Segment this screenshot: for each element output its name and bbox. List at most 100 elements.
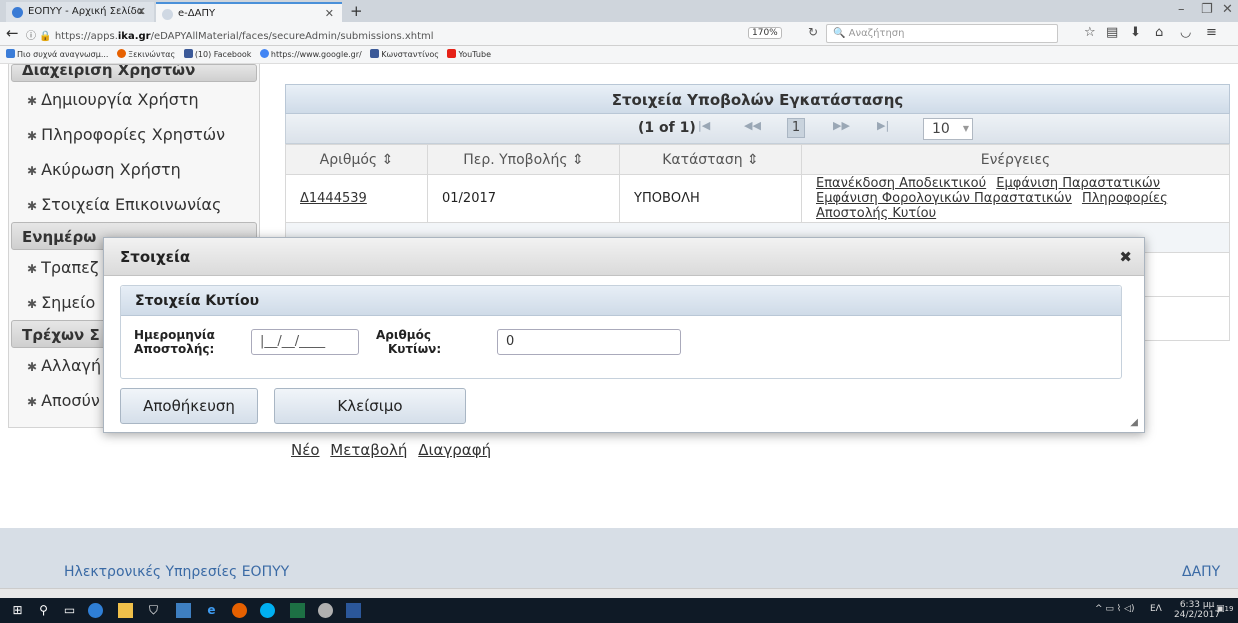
zoom-level[interactable]: 170% [748,27,782,39]
notification-icon[interactable]: ▣19 [1216,604,1233,614]
bookmark-star-icon[interactable]: ☆ [1084,25,1096,40]
last-page-icon[interactable]: ▶| [877,119,889,132]
youtube-icon [447,49,457,58]
reissue-certificate-link[interactable]: Επανέκδοση Αποδεικτικού [816,176,986,191]
close-window-icon[interactable]: ✕ [1222,2,1233,17]
new-link[interactable]: Νέο [291,441,320,459]
save-button[interactable]: Αποθήκευση [120,388,258,424]
windows-start-icon[interactable]: ⊞ [10,603,25,618]
details-dialog: Στοιχεία ✖ Στοιχεία Κυτίου Ημερομηνία Απ… [103,237,1145,433]
column-header-status[interactable]: Κατάσταση ⇕ [619,144,802,175]
shipping-date-field[interactable]: |__/__/____ [251,329,359,355]
task-view-icon[interactable]: ▭ [62,603,77,618]
dialog-title: Στοιχεία [120,248,191,266]
table-cell-actions: Επανέκδοση Αποδεικτικού Εμφάνιση Παραστα… [801,174,1230,223]
bookmark-youtube[interactable]: YouTube [447,46,491,64]
sidebar-header-users[interactable]: Διαχείριση Χρηστών [11,64,257,82]
sidebar-item-label: Δημιουργία Χρήστη [41,90,199,109]
bookmark-konstantinos[interactable]: Κωνσταντίνος [370,46,439,64]
navigation-bar: ← ⓘ 🔒 https://apps.ika.gr/eDAPYAllMateri… [0,22,1238,46]
submission-number-link[interactable]: Δ1444539 [300,191,367,206]
eopyy-favicon-icon [12,7,23,18]
delete-link[interactable]: Διαγραφή [418,441,491,459]
bookmark-label: YouTube [458,50,491,59]
box-count-field[interactable]: 0 [497,329,681,355]
close-icon[interactable]: ✖ [1119,238,1132,276]
minimize-window-icon[interactable]: – [1178,2,1185,17]
sidebar-item-label: Αλλαγή [41,356,102,375]
excel-icon[interactable] [290,603,305,618]
app-icon[interactable] [176,603,191,618]
bookmark-facebook[interactable]: (10) Facebook [183,46,251,64]
sidebar-item-label: Σημείο [41,293,96,312]
close-tab-icon[interactable]: ✕ [137,2,146,22]
home-icon[interactable]: ⌂ [1155,25,1163,40]
panel-title: Στοιχεία Υποβολών Εγκατάστασης [285,84,1230,114]
sidebar-item-cancel-user[interactable]: ✱ Ακύρωση Χρήστη [9,152,259,187]
box-details-fieldset: Στοιχεία Κυτίου Ημερομηνία Αποστολής: |_… [120,285,1122,379]
reading-list-icon[interactable]: ▤ [1106,25,1118,40]
skype-icon[interactable] [260,603,275,618]
back-arrow-icon[interactable]: ← [6,24,19,42]
gear-icon: ✱ [27,129,38,143]
address-bar[interactable]: ⓘ 🔒 https://apps.ika.gr/eDAPYAllMaterial… [26,27,434,42]
tab-label: ΕΟΠΥΥ - Αρχική Σελίδα [28,6,144,17]
sidebar-item-create-user[interactable]: ✱ Δημιουργία Χρήστη [9,82,259,117]
show-documents-link[interactable]: Εμφάνιση Παραστατικών [996,176,1160,191]
facebook-icon [370,49,380,58]
search-placeholder: Αναζήτηση [848,28,905,39]
edge-icon[interactable]: e [204,603,219,618]
search-input[interactable]: 🔍 Αναζήτηση [826,24,1058,43]
sidebar-item-user-info[interactable]: ✱ Πληροφορίες Χρηστών [9,117,259,152]
chevron-down-icon: ▼ [962,124,969,133]
page-number-button[interactable]: 1 [787,118,805,138]
system-tray-icons[interactable]: ^ ▭ ⌇ ◁) [1095,604,1134,614]
show-tax-documents-link[interactable]: Εμφάνιση Φορολογικών Παραστατικών [816,191,1072,206]
gear-icon: ✱ [27,199,38,213]
label-line: Αριθμός [376,328,431,342]
download-icon[interactable]: ⬇ [1130,25,1141,40]
notification-count: 19 [1224,605,1234,613]
chrome-icon[interactable] [88,603,103,618]
close-button[interactable]: Κλείσιμο [274,388,466,424]
firefox-icon[interactable] [232,603,247,618]
new-tab-button[interactable]: + [350,2,363,20]
bookmark-label: Κωνσταντίνος [381,50,439,59]
page-footer: Ηλεκτρονικές Υπηρεσίες ΕΟΠΥΥ ΔΑΠΥ [0,528,1238,588]
gear-icon: ✱ [27,297,38,311]
search-icon[interactable]: ⚲ [36,603,51,618]
rows-per-page-select[interactable]: 10 ▼ [923,118,973,140]
store-icon[interactable]: ⛉ [146,603,161,618]
table-cell-number: Δ1444539 [285,174,428,223]
word-icon[interactable] [346,603,361,618]
browser-tab-strip: ΕΟΠΥΥ - Αρχική Σελίδα ✕ e-ΔΑΠΥ ✕ + – ❐ ✕ [0,0,1238,22]
browser-tab-edapy[interactable]: e-ΔΑΠΥ ✕ [156,2,342,22]
restore-window-icon[interactable]: ❐ [1201,2,1213,17]
first-page-icon[interactable]: |◀ [698,119,710,132]
horizontal-scrollbar[interactable] [0,588,1238,598]
close-tab-icon[interactable]: ✕ [325,4,334,24]
clock[interactable]: 6:33 μμ 24/2/2017 [1174,600,1220,620]
modify-link[interactable]: Μεταβολή [330,441,407,459]
browser-tab-eopyy[interactable]: ΕΟΠΥΥ - Αρχική Σελίδα ✕ [6,2,154,22]
paginator: (1 of 1) |◀ ◀◀ 1 ▶▶ ▶| 10 ▼ [285,114,1230,144]
file-explorer-icon[interactable] [118,603,133,618]
sidebar-item-contact-info[interactable]: ✱ Στοιχεία Επικοινωνίας [9,187,259,222]
column-header-number[interactable]: Αριθμός ⇕ [285,144,428,175]
bookmark-most-visited[interactable]: Πιο συχνά αναγνωσμ... [6,46,108,64]
resize-handle-icon[interactable]: ◢ [1130,417,1138,428]
bookmark-google[interactable]: https://www.google.gr/ [259,46,362,64]
table-cell-period: 01/2017 [427,174,620,223]
app-icon[interactable] [318,603,333,618]
search-icon: 🔍 [833,28,849,39]
next-page-icon[interactable]: ▶▶ [833,119,850,132]
menu-icon[interactable]: ≡ [1206,25,1217,40]
bookmark-getting-started[interactable]: Ξεκινώντας [117,46,175,64]
reload-icon[interactable]: ↻ [808,25,818,39]
input-language[interactable]: ΕΛ [1150,604,1162,614]
gear-icon: ✱ [27,360,38,374]
sidebar-item-label: Πληροφορίες Χρηστών [41,125,226,144]
column-header-period[interactable]: Περ. Υποβολής ⇕ [427,144,620,175]
prev-page-icon[interactable]: ◀◀ [744,119,761,132]
pocket-icon[interactable]: ◡ [1180,25,1191,40]
